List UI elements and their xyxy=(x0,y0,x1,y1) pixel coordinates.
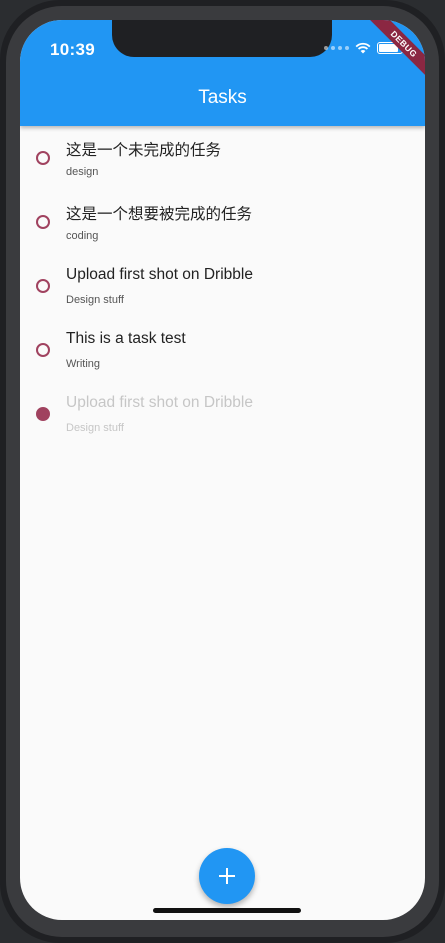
task-checkbox[interactable] xyxy=(36,215,50,229)
task-title: This is a task test xyxy=(66,330,186,347)
status-time: 10:39 xyxy=(50,40,95,59)
task-checkbox[interactable] xyxy=(36,151,50,165)
task-checkbox-checked[interactable] xyxy=(36,407,50,421)
task-category: coding xyxy=(66,230,99,242)
task-category: Design stuff xyxy=(66,422,124,434)
task-title: 这是一个未完成的任务 xyxy=(66,142,222,159)
task-category: design xyxy=(66,166,99,178)
task-checkbox[interactable] xyxy=(36,343,50,357)
task-category: Design stuff xyxy=(66,294,124,306)
task-category: Writing xyxy=(66,358,101,370)
task-list: 这是一个未完成的任务 design 这是一个想要被完成的任务 coding Up… xyxy=(20,126,425,446)
task-item[interactable]: 这是一个未完成的任务 design xyxy=(20,126,425,190)
task-item[interactable]: Upload first shot on Dribble Design stuf… xyxy=(20,254,425,318)
task-item[interactable]: This is a task test Writing xyxy=(20,318,425,382)
page-title: Tasks xyxy=(198,87,247,108)
signal-icon xyxy=(324,46,349,50)
task-title: Upload first shot on Dribble xyxy=(66,266,253,283)
app-screen: 10:39 Tasks DEBUG 这是一个未完成的任务 design 这是一个… xyxy=(20,20,425,920)
add-task-button[interactable] xyxy=(199,848,255,904)
status-icons xyxy=(324,42,403,54)
task-item-completed[interactable]: Upload first shot on Dribble Design stuf… xyxy=(20,382,425,446)
home-indicator[interactable] xyxy=(153,908,301,913)
app-bar: 10:39 Tasks xyxy=(20,20,425,126)
phone-frame: 10:39 Tasks DEBUG 这是一个未完成的任务 design 这是一个… xyxy=(0,0,445,943)
task-checkbox[interactable] xyxy=(36,279,50,293)
task-title: Upload first shot on Dribble xyxy=(66,394,253,411)
wifi-icon xyxy=(355,42,371,54)
notch xyxy=(112,20,332,57)
plus-icon xyxy=(219,868,235,884)
task-title: 这是一个想要被完成的任务 xyxy=(66,206,253,223)
task-item[interactable]: 这是一个想要被完成的任务 coding xyxy=(20,190,425,254)
